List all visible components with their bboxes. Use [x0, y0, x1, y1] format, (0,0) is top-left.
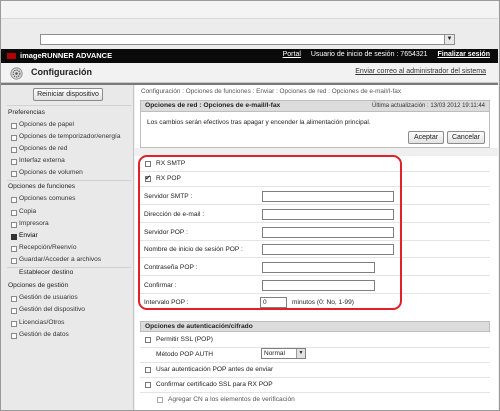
notice-box: Los cambios serán efectivos tras apagar …: [140, 112, 490, 148]
sidebar-item-interfaz-externa[interactable]: Interfaz externa: [1, 155, 133, 167]
address-bar[interactable]: ▼: [40, 34, 455, 45]
email-address-label: Dirección de e-mail :: [144, 211, 205, 218]
add-cn-label: Agregar CN a los elementos de verificaci…: [168, 396, 295, 403]
row-divider: [140, 392, 490, 393]
product-name: imageRUNNER ADVANCE: [20, 51, 113, 60]
auth-section-title: Opciones de autenticación/cifrado: [145, 323, 253, 330]
row-divider: [140, 240, 490, 241]
pop-auth-method-select[interactable]: Normal ▼: [261, 348, 306, 359]
confirm-ssl-cert-checkbox[interactable]: [145, 382, 151, 388]
sidebar-item-enviar[interactable]: Enviar: [1, 230, 133, 242]
pop-interval-input[interactable]: 0: [260, 297, 287, 308]
row-divider: [140, 186, 490, 187]
sidebar-item-gestion-dispositivo[interactable]: Gestión del dispositivo: [1, 304, 133, 316]
row-divider: [140, 347, 490, 348]
user-area: Portal Usuario de inicio de sesión : 765…: [283, 51, 490, 58]
email-address-input[interactable]: [262, 209, 394, 220]
sidebar-item-guardar[interactable]: Guardar/Acceder a archivos: [1, 254, 133, 266]
spacer: [135, 148, 498, 156]
browser-toolbar: [1, 1, 498, 19]
pop-interval-unit: minutos (0: No, 1-99): [292, 299, 354, 306]
sidebar-item-establecer-destino[interactable]: Establecer destino: [1, 267, 133, 279]
address-dropdown-icon[interactable]: ▼: [444, 34, 455, 45]
row-divider: [140, 257, 490, 258]
email-admin-link[interactable]: Enviar correo al administrador del siste…: [355, 68, 486, 75]
pop-auth-method-label: Método POP AUTH: [156, 351, 214, 358]
sidebar-item-gestion-usuarios[interactable]: Gestión de usuarios: [1, 292, 133, 304]
pop-settings-form: RX SMTP RX POP Servidor SMTP : Dirección…: [135, 156, 498, 316]
pop-login-input[interactable]: [262, 244, 394, 255]
sidebar-divider: [7, 105, 131, 106]
pop-before-send-label: Usar autenticación POP antes de enviar: [156, 366, 274, 373]
smtp-server-input[interactable]: [262, 191, 394, 202]
confirm-ssl-cert-label: Confirmar certificado SSL para RX POP: [156, 381, 273, 388]
rx-pop-label: RX POP: [156, 175, 181, 182]
main-content: Configuración : Opciones de funciones : …: [135, 85, 498, 410]
sidebar: Reiniciar dispositivo Preferencias Opcio…: [1, 85, 134, 410]
auth-section-header: Opciones de autenticación/cifrado: [140, 321, 490, 332]
pop-server-label: Servidor POP :: [144, 229, 188, 236]
sidebar-item-temporizador[interactable]: Opciones de temporizador/energía: [1, 131, 133, 143]
restart-device-button[interactable]: Reiniciar dispositivo: [33, 88, 103, 101]
row-divider: [140, 293, 490, 294]
row-divider: [140, 362, 490, 363]
row-divider: [140, 204, 490, 205]
row-divider: [140, 275, 490, 276]
page-title: Configuración: [31, 67, 92, 77]
row-divider: [140, 377, 490, 378]
sidebar-item-opciones-red[interactable]: Opciones de red: [1, 143, 133, 155]
smtp-server-label: Servidor SMTP :: [144, 193, 193, 200]
confirm-label: Confirmar :: [144, 282, 177, 289]
sidebar-item-opciones-funciones[interactable]: Opciones de funciones: [1, 181, 133, 193]
pop-interval-label: Intervalo POP :: [144, 299, 189, 306]
sidebar-item-volumen[interactable]: Opciones de volumen: [1, 167, 133, 179]
pop-auth-method-value: Normal: [264, 350, 285, 357]
brand-bar: imageRUNNER ADVANCE Portal Usuario de in…: [1, 49, 498, 63]
sidebar-item-impresora[interactable]: Impresora: [1, 218, 133, 230]
sidebar-item-recepcion[interactable]: Recepción/Reenvío: [1, 242, 133, 254]
rx-smtp-checkbox[interactable]: [145, 161, 151, 167]
confirm-password-input[interactable]: [262, 280, 375, 291]
canon-logo-icon: [7, 53, 16, 59]
add-cn-checkbox[interactable]: [157, 397, 163, 403]
chevron-down-icon: ▼: [296, 349, 305, 358]
sidebar-item-copia[interactable]: Copia: [1, 206, 133, 218]
allow-ssl-label: Permitir SSL (POP): [156, 336, 213, 343]
settings-gear-icon: [10, 67, 23, 80]
cancel-button[interactable]: Cancelar: [447, 131, 485, 144]
panel-title: Opciones de red : Opciones de e-mail/I-f…: [145, 102, 281, 109]
pop-login-label: Nombre de inicio de sesión POP :: [144, 246, 243, 253]
pop-password-label: Contraseña POP :: [144, 264, 198, 271]
pop-server-input[interactable]: [262, 227, 394, 238]
user-info: Usuario de inicio de sesión : 7654321: [310, 51, 428, 58]
sidebar-item-opciones-comunes[interactable]: Opciones comunes: [1, 193, 133, 205]
breadcrumb: Configuración : Opciones de funciones : …: [141, 88, 402, 95]
sidebar-item-preferencias[interactable]: Preferencias: [1, 107, 133, 119]
rx-smtp-label: RX SMTP: [156, 160, 186, 167]
page-header: Configuración Enviar correo al administr…: [1, 63, 498, 83]
sidebar-item-opciones-gestion[interactable]: Opciones de gestión: [1, 280, 133, 292]
ok-button[interactable]: Aceptar: [408, 131, 444, 144]
allow-ssl-checkbox[interactable]: [145, 337, 151, 343]
rx-pop-checkbox[interactable]: [145, 174, 151, 182]
sidebar-item-licencias[interactable]: Licencias/Otros: [1, 317, 133, 329]
sidebar-item-gestion-datos[interactable]: Gestión de datos: [1, 329, 133, 341]
portal-link[interactable]: Portal: [283, 51, 301, 58]
panel-title-bar: Opciones de red : Opciones de e-mail/I-f…: [140, 100, 490, 112]
logout-link[interactable]: Finalizar sesión: [437, 51, 490, 58]
pop-before-send-checkbox[interactable]: [145, 367, 151, 373]
row-divider: [140, 222, 490, 223]
sidebar-item-opciones-papel[interactable]: Opciones de papel: [1, 119, 133, 131]
last-update: Última actualización : 13/03 2012 19:11:…: [372, 103, 485, 109]
row-divider: [140, 171, 490, 172]
notice-message: Los cambios serán efectivos tras apagar …: [147, 119, 371, 126]
pop-password-input[interactable]: [262, 262, 375, 273]
